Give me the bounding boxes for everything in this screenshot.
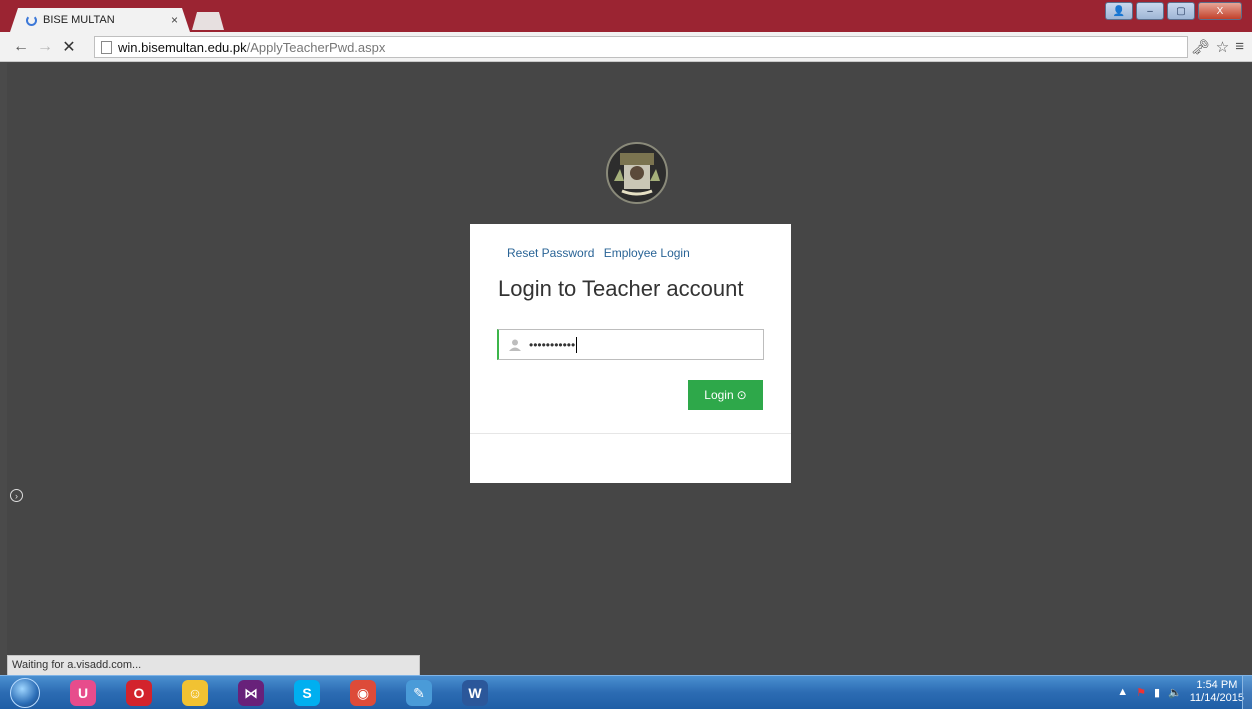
word-icon: W bbox=[462, 680, 488, 706]
text-caret bbox=[576, 336, 578, 353]
paint-icon: ✎ bbox=[406, 680, 432, 706]
volume-icon[interactable]: 🔈 bbox=[1168, 686, 1182, 699]
tray-expand-icon[interactable]: ▲ bbox=[1117, 686, 1128, 698]
login-title: Login to Teacher account bbox=[498, 276, 744, 301]
page-content: Reset Password Employee Login Login to T… bbox=[7, 63, 1252, 675]
taskbar-app-opera[interactable]: O bbox=[112, 677, 166, 709]
opera-icon: O bbox=[126, 680, 152, 706]
url-path: /ApplyTeacherPwd.aspx bbox=[246, 39, 386, 55]
password-value: ••••••••••• bbox=[529, 337, 576, 352]
loading-spinner-icon bbox=[26, 15, 37, 26]
skype-icon: S bbox=[294, 680, 320, 706]
browser-tab[interactable]: BISE MULTAN × bbox=[10, 8, 190, 32]
yellow-app-icon: ☺ bbox=[182, 680, 208, 706]
taskbar-app-uc-browser[interactable]: U bbox=[56, 677, 110, 709]
windows-orb-icon bbox=[10, 678, 40, 708]
login-button[interactable]: Login ⊙ bbox=[688, 380, 763, 410]
uc-browser-icon: U bbox=[70, 680, 96, 706]
system-tray: ▲ ⚑ ▮ 🔈 1:54 PM 11/14/2015 bbox=[1117, 679, 1244, 705]
minimize-button[interactable]: – bbox=[1136, 2, 1164, 20]
window-controls: 👤 – ▢ X bbox=[1105, 2, 1242, 20]
maximize-button[interactable]: ▢ bbox=[1167, 2, 1195, 20]
taskbar: U O ☺ ⋈ S ◉ ✎ W ▲ ⚑ ▮ 🔈 1:54 PM 11/14/2015 bbox=[0, 675, 1252, 709]
login-card: Reset Password Employee Login Login to T… bbox=[470, 224, 791, 483]
taskbar-apps: U O ☺ ⋈ S ◉ ✎ W bbox=[56, 677, 502, 709]
side-arrow-icon[interactable]: › bbox=[10, 489, 23, 502]
close-window-button[interactable]: X bbox=[1198, 2, 1242, 20]
employee-login-link[interactable]: Employee Login bbox=[604, 246, 690, 260]
visual-studio-icon: ⋈ bbox=[238, 680, 264, 706]
reset-password-link[interactable]: Reset Password bbox=[507, 246, 594, 260]
action-center-flag-icon[interactable]: ⚑ bbox=[1136, 686, 1146, 699]
profile-button[interactable]: 👤 bbox=[1105, 2, 1133, 20]
stop-loading-icon[interactable]: ✕ bbox=[58, 36, 80, 58]
url-host: win.bisemultan.edu.pk bbox=[118, 39, 247, 55]
taskbar-app-chrome[interactable]: ◉ bbox=[336, 677, 390, 709]
toolbar-right-icons: 🗝 ☆ ≡ bbox=[1191, 38, 1244, 56]
clock-time: 1:54 PM bbox=[1196, 679, 1238, 691]
circle-arrow-icon: ⊙ bbox=[736, 388, 747, 402]
user-icon bbox=[509, 339, 521, 351]
network-icon[interactable]: ▮ bbox=[1154, 686, 1160, 699]
bise-multan-logo bbox=[606, 142, 668, 204]
taskbar-app-skype[interactable]: S bbox=[280, 677, 334, 709]
chrome-icon: ◉ bbox=[350, 680, 376, 706]
card-links: Reset Password Employee Login bbox=[507, 246, 696, 260]
back-arrow-icon[interactable]: ← bbox=[10, 36, 32, 58]
page-icon bbox=[101, 40, 112, 54]
password-field[interactable]: ••••••••••• bbox=[497, 329, 764, 360]
status-bubble: Waiting for a.visadd.com... bbox=[7, 655, 420, 675]
bookmark-star-icon[interactable]: ☆ bbox=[1216, 38, 1229, 56]
taskbar-app-word[interactable]: W bbox=[448, 677, 502, 709]
menu-icon[interactable]: ≡ bbox=[1235, 38, 1244, 56]
taskbar-app-yellow-app[interactable]: ☺ bbox=[168, 677, 222, 709]
key-icon[interactable]: 🗝 bbox=[1191, 38, 1210, 56]
start-button[interactable] bbox=[6, 676, 44, 709]
clock[interactable]: 1:54 PM 11/14/2015 bbox=[1190, 679, 1244, 705]
address-bar[interactable]: win.bisemultan.edu.pk /ApplyTeacherPwd.a… bbox=[94, 36, 1188, 58]
forward-arrow-icon[interactable]: → bbox=[34, 36, 56, 58]
browser-titlebar: BISE MULTAN × 👤 – ▢ X bbox=[0, 0, 1252, 32]
new-tab-button[interactable] bbox=[192, 12, 224, 30]
clock-date: 11/14/2015 bbox=[1189, 692, 1244, 704]
taskbar-app-paint[interactable]: ✎ bbox=[392, 677, 446, 709]
browser-toolbar: ← → ✕ win.bisemultan.edu.pk /ApplyTeache… bbox=[0, 32, 1252, 62]
show-desktop-button[interactable] bbox=[1242, 676, 1252, 709]
taskbar-app-visual-studio[interactable]: ⋈ bbox=[224, 677, 278, 709]
card-divider bbox=[470, 433, 791, 434]
login-button-label: Login bbox=[704, 388, 734, 402]
tab-close-button[interactable]: × bbox=[171, 13, 178, 27]
tab-title: BISE MULTAN bbox=[43, 14, 115, 26]
